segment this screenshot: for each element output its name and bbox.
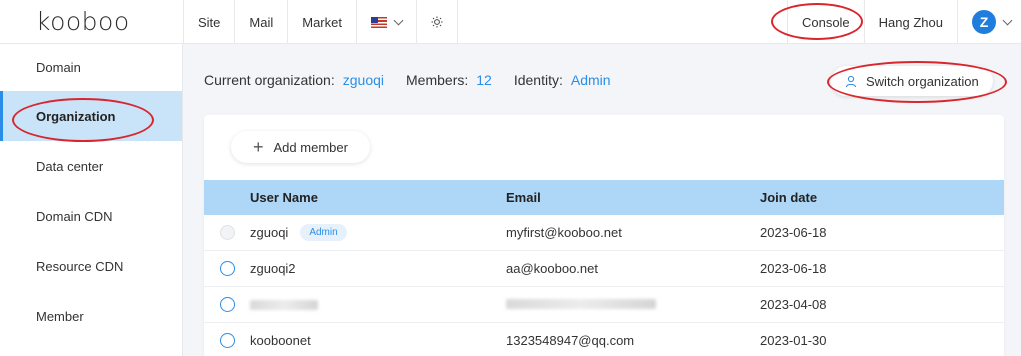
top-nav: Site Mail Market <box>183 0 458 44</box>
table-row: zguoqi Admin myfirst@kooboo.net 2023-06-… <box>204 215 1004 251</box>
join-date: 2023-06-18 <box>760 261 827 276</box>
user-email: aa@kooboo.net <box>506 261 598 276</box>
top-bar: kooboo Site Mail Market Console Hang Zho… <box>0 0 1021 44</box>
chevron-down-icon <box>1002 15 1013 25</box>
us-flag-icon <box>370 16 387 28</box>
user-email: myfirst@kooboo.net <box>506 225 622 240</box>
admin-badge: Admin <box>300 224 347 241</box>
identity-label: Identity: <box>513 72 563 88</box>
nav-market[interactable]: Market <box>287 0 356 44</box>
org-label: Current organization: <box>204 72 335 88</box>
console-link[interactable]: Console <box>786 0 864 44</box>
sidebar: Domain Organization Data center Domain C… <box>0 44 183 356</box>
switch-organization-label: Switch organization <box>866 73 979 89</box>
sidebar-item-member[interactable]: Member <box>0 291 182 341</box>
sidebar-item-domain[interactable]: Domain <box>0 44 182 91</box>
avatar: Z <box>972 10 996 34</box>
plus-icon: + <box>253 137 264 157</box>
members-label: Members: <box>406 72 469 88</box>
identity-value: Admin <box>570 72 611 88</box>
table-row: zguoqi2 aa@kooboo.net 2023-06-18 <box>204 251 1004 287</box>
sidebar-item-domain-cdn[interactable]: Domain CDN <box>0 191 182 241</box>
region-selector[interactable]: Hang Zhou <box>863 0 957 44</box>
table-row: 2023-04-08 <box>204 287 1004 323</box>
add-member-label: Add member <box>273 139 348 155</box>
language-selector[interactable] <box>355 0 416 44</box>
user-switch-icon <box>846 75 856 87</box>
members-value: 12 <box>476 72 492 88</box>
add-member-button[interactable]: + Add member <box>231 131 370 163</box>
member-card: + Add member User Name Email Join date z… <box>204 115 1004 356</box>
join-date: 2023-04-08 <box>760 297 827 312</box>
redacted-email <box>506 299 656 309</box>
switch-organization-button[interactable]: Switch organization <box>831 66 993 96</box>
header-join-date: Join date <box>760 190 818 205</box>
user-name: zguoqi2 <box>250 261 296 276</box>
row-select-radio[interactable] <box>219 333 235 348</box>
user-name: zguoqi <box>250 225 289 240</box>
user-menu[interactable]: Z <box>957 0 1021 44</box>
redacted-user-name <box>250 299 318 310</box>
chevron-down-icon <box>393 15 404 25</box>
row-select-radio <box>219 225 235 240</box>
sun-icon <box>431 16 443 28</box>
table-header: User Name Email Join date <box>204 180 1004 215</box>
user-email: 1323548947@qq.com <box>506 333 635 348</box>
sidebar-item-organization[interactable]: Organization <box>0 91 182 141</box>
row-select-radio[interactable] <box>219 261 235 276</box>
header-user-name: User Name <box>250 190 318 205</box>
top-right-nav: Console Hang Zhou Z <box>786 0 1021 44</box>
nav-site[interactable]: Site <box>183 0 234 44</box>
user-name: kooboonet <box>250 333 311 348</box>
theme-toggle[interactable] <box>415 0 458 44</box>
row-select-radio[interactable] <box>219 297 235 312</box>
join-date: 2023-06-18 <box>760 225 827 240</box>
header-email: Email <box>506 190 541 205</box>
org-value: zguoqi <box>342 72 385 88</box>
join-date: 2023-01-30 <box>760 333 827 348</box>
kooboo-logo[interactable]: kooboo <box>36 7 130 36</box>
nav-mail[interactable]: Mail <box>234 0 287 44</box>
table-row: kooboonet 1323548947@qq.com 2023-01-30 <box>204 323 1004 356</box>
sidebar-item-resource-cdn[interactable]: Resource CDN <box>0 241 182 291</box>
sidebar-item-data-center[interactable]: Data center <box>0 141 182 191</box>
organization-info: Current organization: zguoqi Members: 12… <box>204 72 633 88</box>
